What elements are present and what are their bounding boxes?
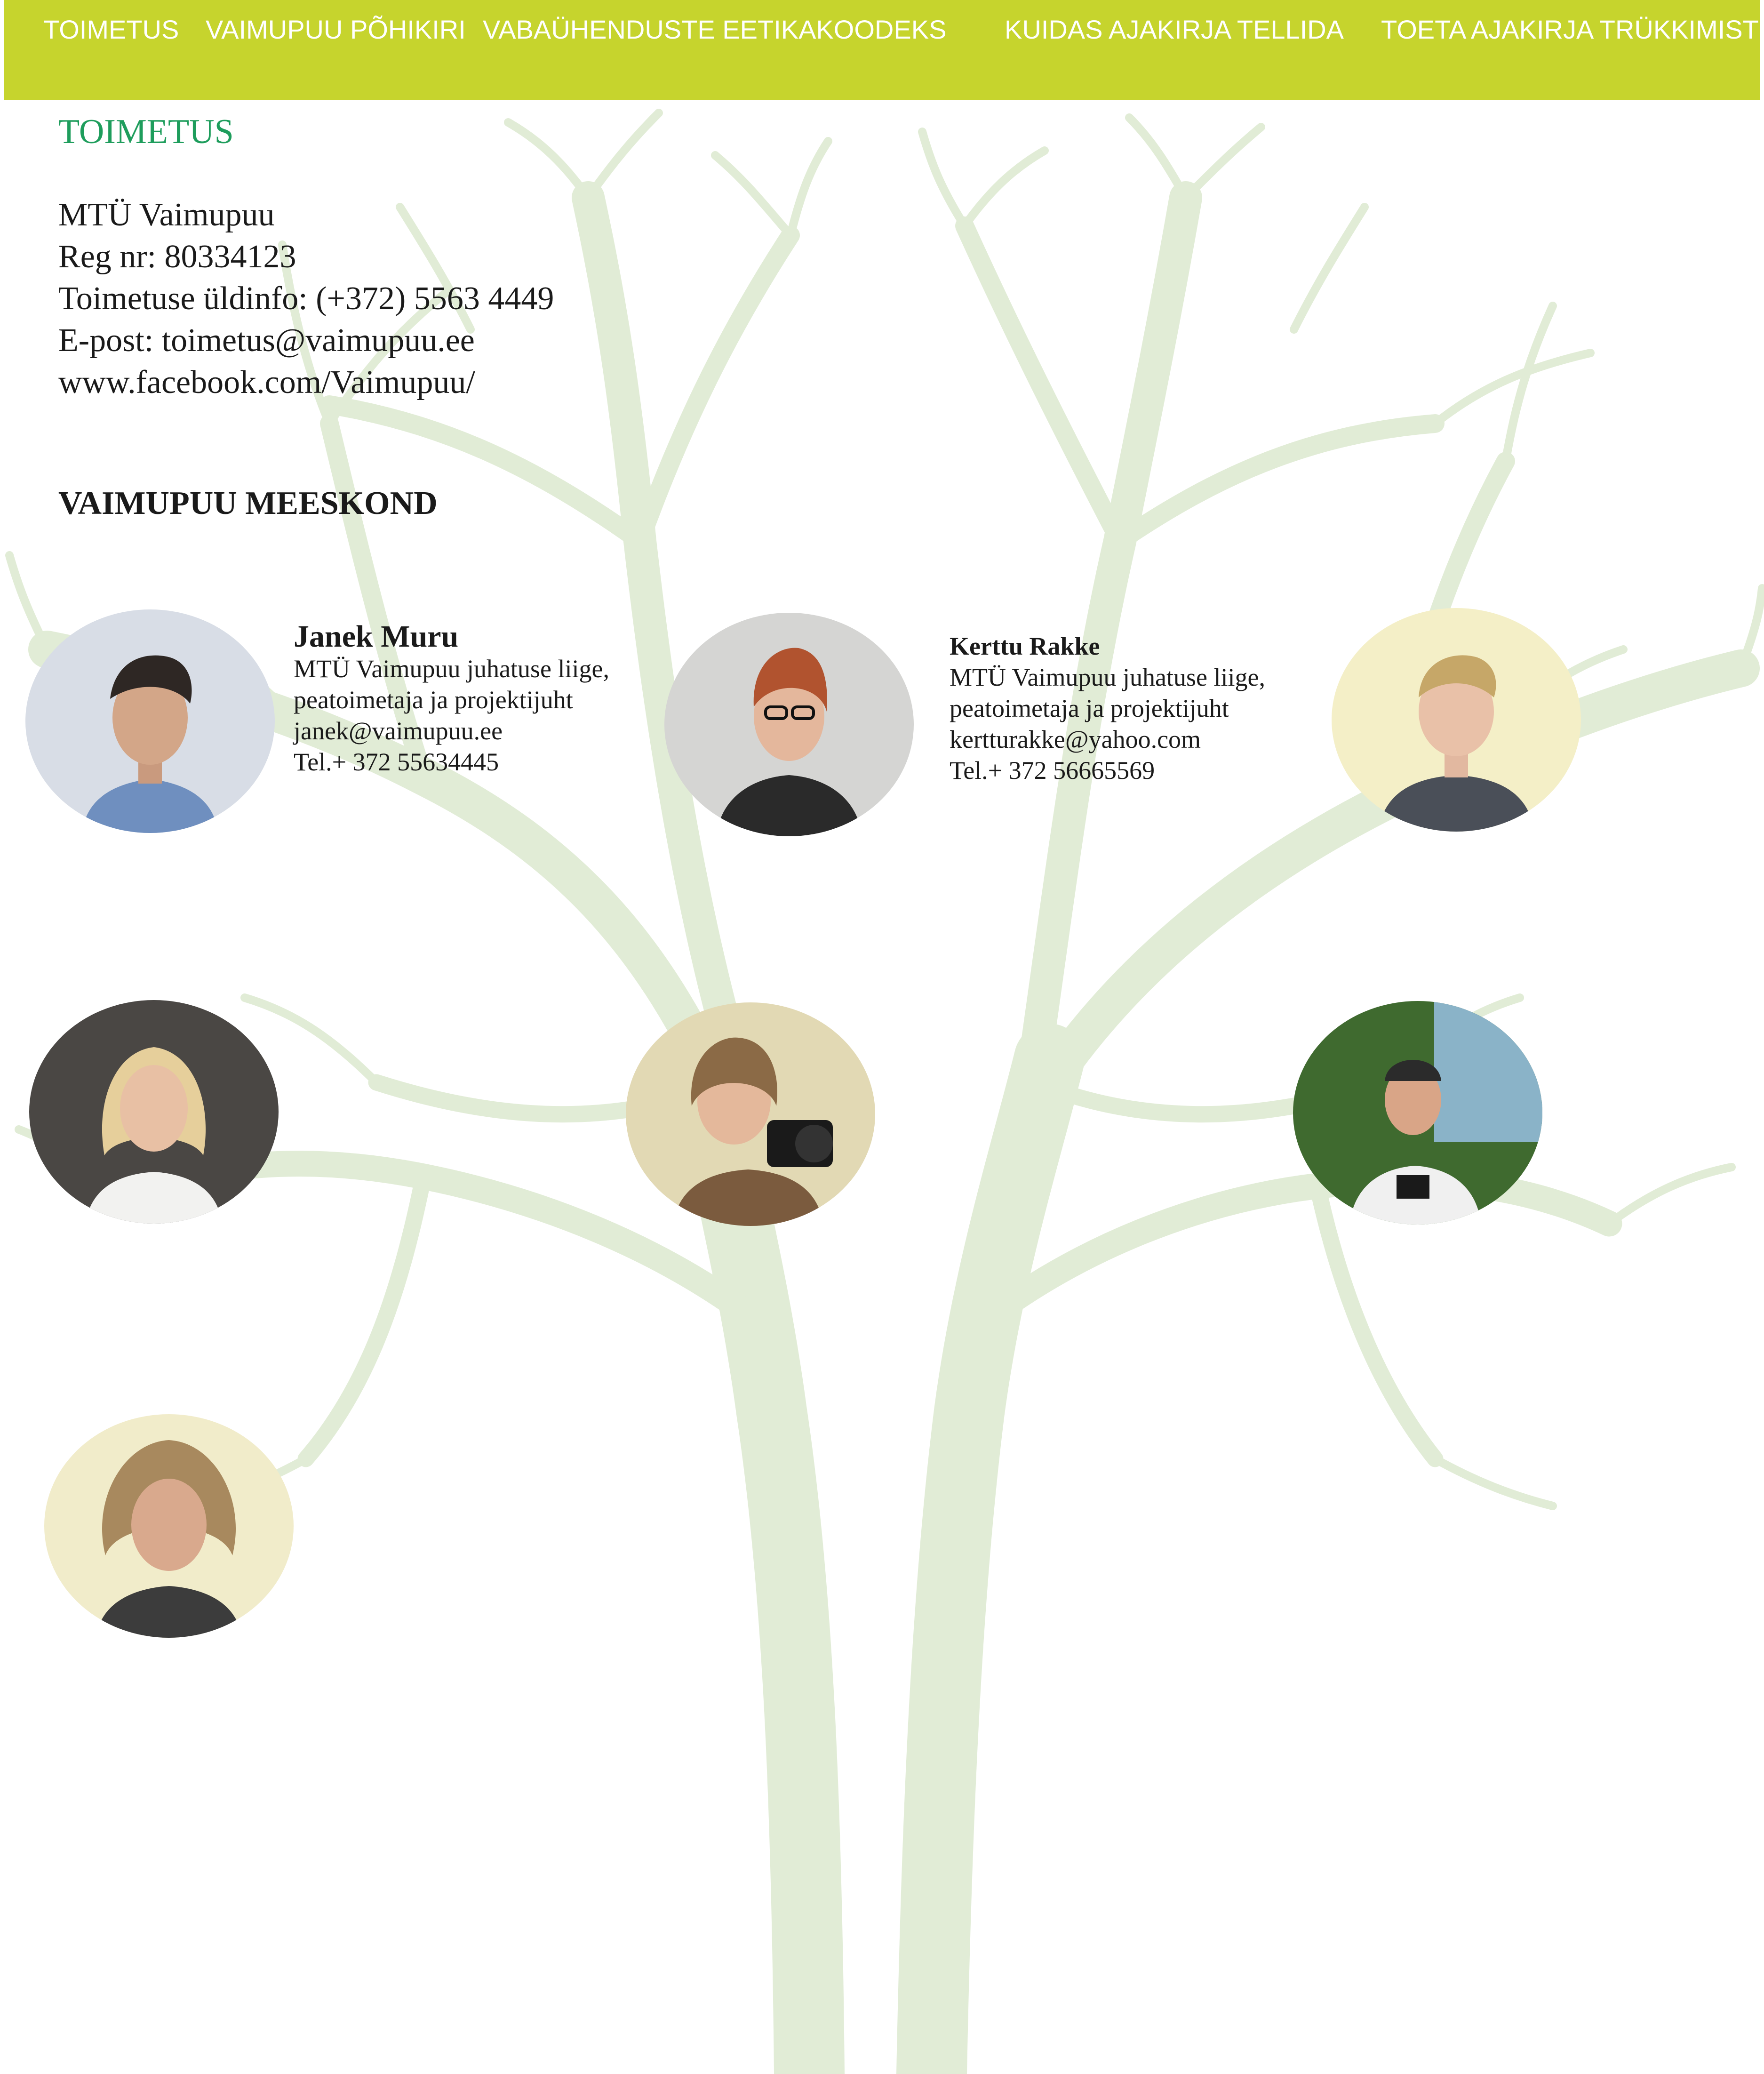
nav-item-pohikiri[interactable]: VAIMUPUU PÕHIKIRI: [206, 14, 466, 45]
member-phone: Tel.+ 372 56665569: [950, 756, 1155, 785]
team-member-card-kerttu: Kerttu Rakke MTÜ Vaimupuu juhatuse liige…: [950, 631, 1265, 786]
top-navigation-bar: TOIMETUS VAIMUPUU PÕHIKIRI VABAÜHENDUSTE…: [4, 0, 1760, 100]
member-role: peatoimetaja ja projektijuht: [950, 694, 1229, 722]
team-heading: VAIMUPUU MEESKOND: [58, 485, 438, 521]
member-name: Kerttu Rakke: [950, 632, 1100, 660]
team-member-card-janek: Janek Muru MTÜ Vaimupuu juhatuse liige, …: [294, 620, 609, 777]
member-role: MTÜ Vaimupuu juhatuse liige,: [950, 663, 1265, 691]
team-member-photo-young-man: [1332, 608, 1581, 832]
member-email[interactable]: janek@vaimupuu.ee: [294, 715, 609, 746]
organization-name: MTÜ Vaimupuu: [58, 197, 275, 233]
team-member-photo-kerttu: [664, 613, 914, 836]
general-info-phone: Toimetuse üldinfo: (+372) 5563 4449: [58, 280, 554, 317]
nav-item-eetikakoodeks[interactable]: VABAÜHENDUSTE EETIKAKOODEKS: [483, 14, 946, 45]
team-member-photo-blonde-woman: [29, 1000, 279, 1224]
member-phone: Tel.+ 372 55634445: [294, 748, 499, 776]
nav-item-toeta[interactable]: TOETA AJAKIRJA TRÜKKIMIST: [1381, 14, 1759, 45]
facebook-link[interactable]: www.facebook.com/Vaimupuu/: [58, 361, 554, 403]
team-member-photo-photographer-woman: [626, 1002, 875, 1226]
team-member-photo-janek: [25, 609, 275, 833]
member-role: MTÜ Vaimupuu juhatuse liige,: [294, 655, 609, 683]
registration-number: Reg nr: 80334123: [58, 239, 296, 275]
page-title: TOIMETUS: [58, 112, 234, 151]
member-role: peatoimetaja ja projektijuht: [294, 686, 573, 714]
member-email[interactable]: kertturakke@yahoo.com: [950, 724, 1265, 755]
contact-email: E-post: toimetus@vaimupuu.ee: [58, 322, 475, 359]
page: TOIMETUS VAIMUPUU PÕHIKIRI VABAÜHENDUSTE…: [0, 0, 1764, 2074]
team-member-photo-curly-woman: [44, 1414, 294, 1638]
nav-item-toimetus[interactable]: TOIMETUS: [43, 14, 179, 45]
member-name: Janek Muru: [294, 619, 459, 654]
organization-info: MTÜ Vaimupuu Reg nr: 80334123 Toimetuse …: [58, 194, 554, 403]
team-member-photo-photographer-man: [1293, 1001, 1542, 1225]
nav-item-tellimine[interactable]: KUIDAS AJAKIRJA TELLIDA: [1005, 14, 1344, 45]
